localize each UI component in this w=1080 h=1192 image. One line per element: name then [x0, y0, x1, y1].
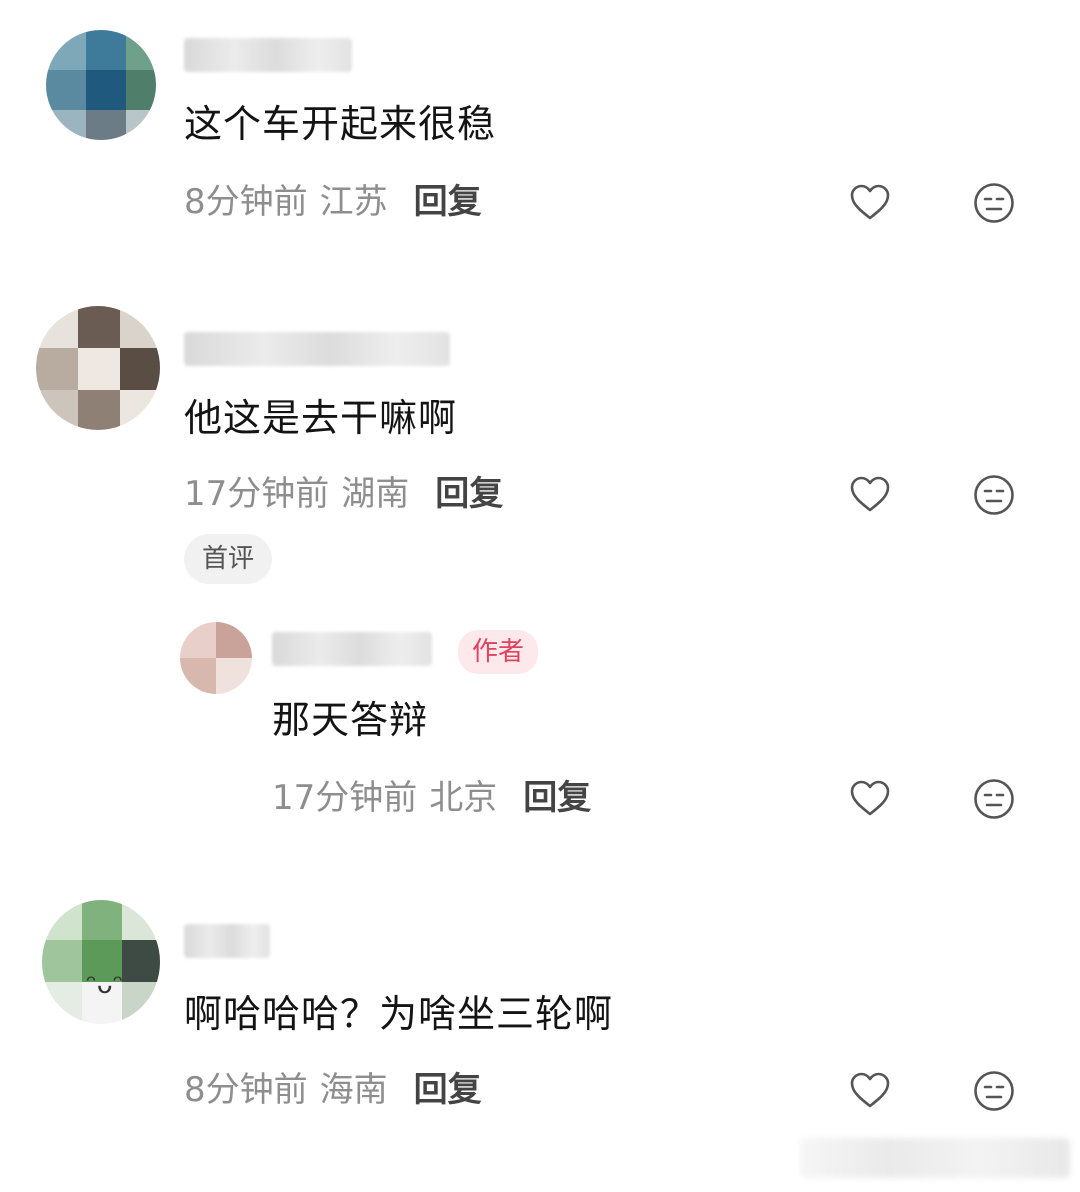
avatar[interactable]	[36, 306, 160, 430]
reply-location: 北京	[429, 778, 498, 818]
comment-text: 这个车开起来很稳	[184, 102, 497, 146]
neutral-face-icon[interactable]	[971, 472, 1017, 518]
heart-icon[interactable]	[847, 1068, 893, 1114]
username-blurred[interactable]	[184, 924, 270, 958]
reply-button[interactable]: 回复	[435, 474, 503, 514]
comment-meta: 17分钟前 湖南 回复	[184, 472, 503, 516]
comment-item: ᵔᴗᵔ 啊哈哈哈？为啥坐三轮啊 8分钟前 海南 回复	[0, 900, 1080, 1160]
author-badge: 作者	[458, 630, 539, 674]
comment-meta: 8分钟前 江苏 回复	[184, 180, 482, 224]
heart-icon[interactable]	[847, 776, 893, 822]
username-blurred[interactable]	[184, 38, 352, 72]
reply-button[interactable]: 回复	[523, 778, 591, 818]
reply-avatar[interactable]	[180, 622, 252, 694]
reply-time: 17分钟前	[272, 778, 418, 818]
avatar[interactable]	[46, 30, 156, 140]
first-comment-badge: 首评	[184, 534, 273, 584]
comment-location: 湖南	[341, 474, 410, 514]
reply-button[interactable]: 回复	[414, 182, 482, 222]
reply-text: 那天答辩	[272, 698, 429, 742]
avatar[interactable]: ᵔᴗᵔ	[42, 900, 160, 1024]
neutral-face-icon[interactable]	[971, 776, 1017, 822]
comment-text: 啊哈哈哈？为啥坐三轮啊	[184, 992, 614, 1036]
neutral-face-icon[interactable]	[971, 1068, 1017, 1114]
comment-location: 海南	[319, 1070, 388, 1110]
comment-item: 他这是去干嘛啊 17分钟前 湖南 回复 首评 作者 那天答辩 17分钟前 北京 回复	[0, 300, 1080, 860]
watermark-blur	[800, 1138, 1070, 1178]
comment-meta: 8分钟前 海南 回复	[184, 1068, 482, 1112]
reply-button[interactable]: 回复	[414, 1070, 482, 1110]
comment-text: 他这是去干嘛啊	[184, 396, 458, 440]
comment-time: 8分钟前	[184, 182, 308, 222]
reply-username-blurred[interactable]	[272, 632, 432, 666]
reply-meta: 17分钟前 北京 回复	[272, 776, 591, 820]
heart-icon[interactable]	[847, 180, 893, 226]
username-blurred[interactable]	[184, 332, 450, 366]
heart-icon[interactable]	[847, 472, 893, 518]
comment-item: 这个车开起来很稳 8分钟前 江苏 回复	[0, 0, 1080, 260]
comment-location: 江苏	[319, 182, 388, 222]
comment-time: 17分钟前	[184, 474, 330, 514]
neutral-face-icon[interactable]	[971, 180, 1017, 226]
comment-time: 8分钟前	[184, 1070, 308, 1110]
